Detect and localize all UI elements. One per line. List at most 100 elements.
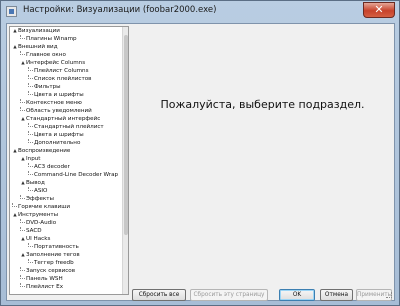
tree-item-label: ASIO (34, 188, 48, 194)
tree-item[interactable]: Контекстное меню (10, 99, 128, 107)
tree-item[interactable]: Эффекты (10, 195, 128, 203)
tree-connector (20, 99, 25, 103)
tree-item-label: Запуск сервисов (26, 268, 76, 274)
tree-item-label: Заполнение тегов (26, 252, 80, 258)
tree-item-label: Стандартный интерфейс (26, 116, 101, 122)
tree-item[interactable]: Список плейлистов (10, 75, 128, 83)
tree-connector (28, 187, 33, 191)
tree-item[interactable]: SACD (10, 227, 128, 235)
tree-item[interactable]: Запуск сервисов (10, 267, 128, 275)
tree-item[interactable]: Фильтры (10, 83, 128, 91)
tree-item-label: Интерфейс Columns (26, 60, 86, 66)
tree-connector (28, 67, 33, 71)
tree-item[interactable]: Стандартный плейлист (10, 123, 128, 131)
tree-item-label: AC3 decoder (34, 164, 70, 170)
tree-connector (20, 219, 25, 223)
tree-connector (20, 275, 25, 279)
tree-item[interactable]: Область уведомлений (10, 107, 128, 115)
tree-item-label: Визуализации (18, 28, 60, 34)
app-icon (6, 6, 17, 17)
tree-item[interactable]: ▲Вывод (10, 179, 128, 187)
tree-connector (28, 131, 33, 135)
tree-item-label: Теггер freedb (34, 260, 74, 266)
tree-list: ▲Визуализации Плагины Winamp ▲Внешний вид Г… (10, 27, 128, 291)
tree-item-label: Контекстное меню (26, 100, 82, 106)
tree-item-label: Цвета и шрифты (34, 132, 84, 138)
settings-page: Пожалуйста, выберите подраздел. (132, 26, 393, 273)
tree-connector (28, 139, 33, 143)
cancel-button[interactable]: Отмена (320, 289, 353, 301)
reset-page-button[interactable]: Сбросить эту страницу (190, 289, 268, 301)
tree-item-label: Цвета и шрифты (34, 92, 84, 98)
window-title: Настройки: Визуализации (foobar2000.exe) (23, 5, 217, 15)
tree-item[interactable]: Плейлист Columns (10, 67, 128, 75)
tree-connector (20, 35, 25, 39)
tree-item[interactable]: Плейлист Ex (10, 283, 128, 291)
preferences-window: Настройки: Визуализации (foobar2000.exe)… (0, 0, 400, 306)
select-subsection-prompt: Пожалуйста, выберите подраздел. (160, 98, 365, 111)
tree-item[interactable]: Панель WSH (10, 275, 128, 283)
tree-connector (12, 203, 17, 207)
tree-item[interactable]: DVD-Audio (10, 219, 128, 227)
tree-connector (20, 51, 25, 55)
tree-connector (20, 227, 25, 231)
tree-connector (28, 171, 33, 175)
tree-item-label: DVD-Audio (26, 220, 57, 226)
tree-connector (20, 195, 25, 199)
tree-scrollbar[interactable] (122, 27, 128, 294)
tree-item[interactable]: ▲Внешний вид (10, 43, 128, 51)
tree-item[interactable]: Теггер freedb (10, 259, 128, 267)
tree-item-label: Input (26, 156, 41, 162)
tree-item[interactable]: Цвета и шрифты (10, 91, 128, 99)
tree-item[interactable]: ▲Input (10, 155, 128, 163)
tree-item-label: Эффекты (26, 196, 54, 202)
tree-item[interactable]: AC3 decoder (10, 163, 128, 171)
tree-item[interactable]: ▲Заполнение тегов (10, 251, 128, 259)
tree-item-label: Внешний вид (18, 44, 58, 50)
tree-connector (28, 83, 33, 87)
tree-item[interactable]: ▲Воспроизведение (10, 147, 128, 155)
tree-item[interactable]: Дополнительно (10, 139, 128, 147)
dialog-client: ▲Визуализации Плагины Winamp ▲Внешний вид Г… (6, 23, 395, 301)
tree-item-label: Плагины Winamp (26, 36, 77, 42)
resize-grip[interactable] (386, 292, 392, 298)
tree-item[interactable]: Портативность (10, 243, 128, 251)
title-bar[interactable]: Настройки: Визуализации (foobar2000.exe)… (1, 1, 399, 23)
tree-item-label: SACD (26, 228, 42, 234)
tree-connector (28, 259, 33, 263)
tree-item-label: Вывод (26, 180, 45, 186)
tree-item-label: UI Hacks (26, 236, 51, 242)
tree-item[interactable]: Command-Line Decoder Wrap (10, 171, 128, 179)
tree-connector (20, 267, 25, 271)
tree-item[interactable]: Главное окно (10, 51, 128, 59)
tree-connector (28, 75, 33, 79)
tree-item-label: Панель WSH (26, 276, 63, 282)
tree-item-label: Плейлист Ex (26, 284, 64, 290)
tree-scrollbar-thumb[interactable] (124, 35, 128, 235)
tree-item-label: Фильтры (34, 84, 61, 90)
tree-item-label: Инструменты (18, 212, 59, 218)
tree-connector (20, 283, 25, 287)
tree-item-label: Плейлист Columns (34, 68, 89, 74)
tree-item-label: Список плейлистов (34, 76, 92, 82)
tree-connector (28, 163, 33, 167)
reset-all-button[interactable]: Сбросить все (132, 289, 186, 301)
tree-item[interactable]: ▲Стандартный интерфейс (10, 115, 128, 123)
tree-item-label: Дополнительно (34, 140, 81, 146)
tree-item[interactable]: ▲UI Hacks (10, 235, 128, 243)
tree-item[interactable]: Горячие клавиши (10, 203, 128, 211)
ok-button[interactable]: OK (279, 289, 315, 301)
tree-item[interactable]: ASIO (10, 187, 128, 195)
tree-item[interactable]: ▲Интерфейс Columns (10, 59, 128, 67)
preferences-tree[interactable]: ▲Визуализации Плагины Winamp ▲Внешний вид Г… (9, 26, 129, 295)
tree-item[interactable]: Плагины Winamp (10, 35, 128, 43)
tree-item-label: Стандартный плейлист (34, 124, 104, 130)
tree-item[interactable]: ▲Визуализации (10, 27, 128, 35)
tree-connector (20, 107, 25, 111)
close-button[interactable]: ✕ (363, 2, 395, 18)
tree-item-label: Портативность (34, 244, 79, 250)
tree-item[interactable]: ▲Инструменты (10, 211, 128, 219)
tree-connector (28, 123, 33, 127)
tree-item-label: Главное окно (26, 52, 66, 58)
tree-item[interactable]: Цвета и шрифты (10, 131, 128, 139)
